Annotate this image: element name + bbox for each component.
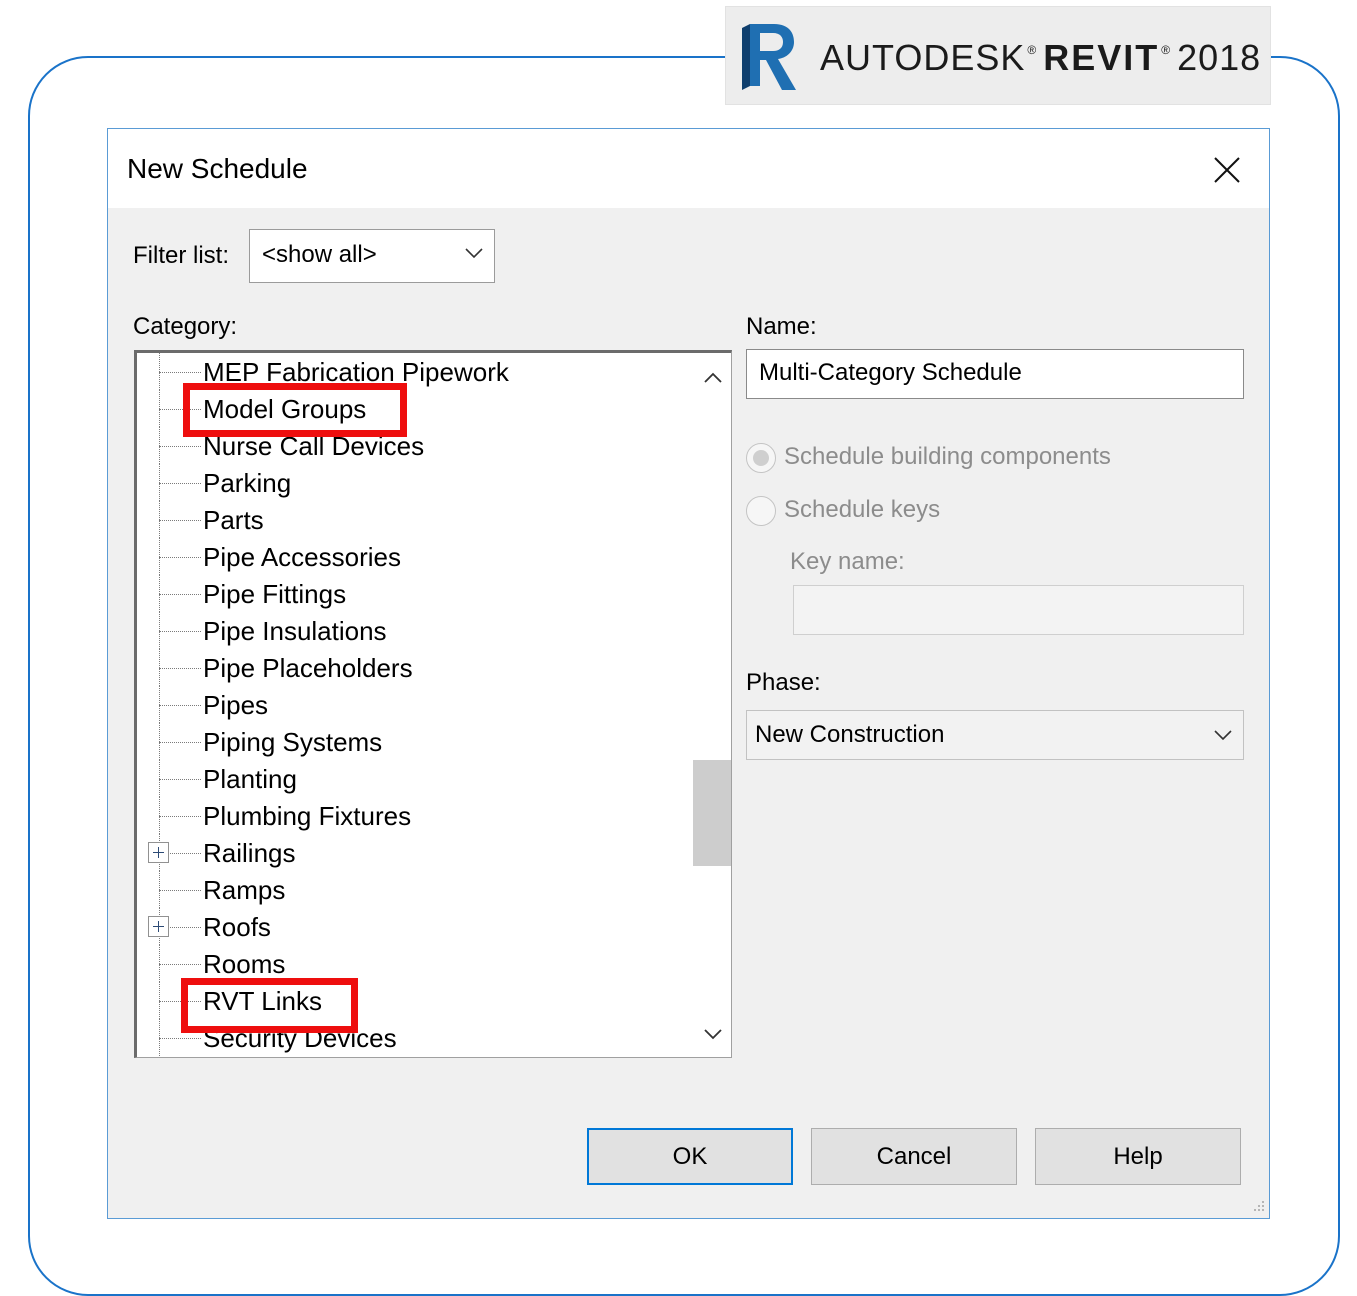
tree-item-label: Plumbing Fixtures — [203, 801, 412, 831]
tree-item-label: Pipe Placeholders — [203, 653, 413, 683]
key-name-input[interactable] — [793, 585, 1244, 635]
category-scrollbar[interactable] — [693, 353, 731, 1057]
tree-item-label: Rooms — [203, 949, 286, 979]
brand-product: REVIT — [1043, 37, 1160, 78]
category-label: Category: — [133, 313, 238, 340]
trademark-mark: ® — [1027, 43, 1038, 57]
phase-dropdown[interactable]: New Construction — [746, 710, 1244, 760]
close-icon — [1214, 157, 1240, 183]
tree-item-mep-fabrication-pipework[interactable]: MEP Fabrication Pipework — [137, 353, 697, 390]
name-input[interactable]: Multi-Category Schedule — [746, 349, 1244, 399]
tree-item-label: Parking — [203, 468, 292, 498]
close-button[interactable] — [1194, 149, 1260, 191]
tree-item-label: Pipe Fittings — [203, 579, 347, 609]
radio-label: Schedule building components — [784, 443, 1111, 470]
phase-value: New Construction — [755, 721, 945, 748]
tree-item-label: Railings — [203, 838, 296, 868]
tree-item-label: Pipes — [203, 690, 269, 720]
dialog-title: New Schedule — [127, 153, 308, 184]
ok-button[interactable]: OK — [587, 1128, 793, 1185]
revit-logo-icon — [742, 24, 796, 90]
chevron-down-icon — [465, 248, 483, 259]
tree-item-railings[interactable]: Railings — [137, 834, 697, 871]
help-button[interactable]: Help — [1035, 1128, 1241, 1185]
filter-list-value: <show all> — [262, 241, 377, 268]
scroll-down-button[interactable] — [693, 1017, 731, 1051]
tree-item-pipe-fittings[interactable]: Pipe Fittings — [137, 575, 697, 612]
tree-item-pipe-accessories[interactable]: Pipe Accessories — [137, 538, 697, 575]
tree-item-label: Piping Systems — [203, 727, 383, 757]
tree-item-rvt-links[interactable]: RVT Links — [137, 982, 697, 1019]
phase-label: Phase: — [746, 669, 821, 696]
tree-item-plumbing-fixtures[interactable]: Plumbing Fixtures — [137, 797, 697, 834]
tree-item-pipe-insulations[interactable]: Pipe Insulations — [137, 612, 697, 649]
key-name-label: Key name: — [790, 548, 905, 575]
scroll-up-button[interactable] — [693, 361, 731, 395]
tree-item-nurse-call-devices[interactable]: Nurse Call Devices — [137, 427, 697, 464]
tree-item-piping-systems[interactable]: Piping Systems — [137, 723, 697, 760]
tree-item-roofs[interactable]: Roofs — [137, 908, 697, 945]
tree-item-pipe-placeholders[interactable]: Pipe Placeholders — [137, 649, 697, 686]
tree-item-planting[interactable]: Planting — [137, 760, 697, 797]
tree-item-label: MEP Fabrication Pipework — [203, 357, 509, 387]
tree-item-label: Pipe Accessories — [203, 542, 401, 572]
tree-item-label: Pipe Insulations — [203, 616, 387, 646]
radio-button-icon — [746, 496, 776, 526]
tree-item-label: Ramps — [203, 875, 286, 905]
resize-grip-icon[interactable] — [1250, 1199, 1266, 1215]
chevron-down-icon — [1214, 730, 1232, 741]
chevron-up-icon — [704, 372, 722, 383]
tree-item-pipes[interactable]: Pipes — [137, 686, 697, 723]
radio-button-icon — [746, 443, 776, 473]
new-schedule-dialog: New Schedule Filter list: <show all> Cat… — [107, 128, 1270, 1219]
scroll-thumb[interactable] — [693, 760, 731, 866]
category-tree[interactable]: MEP Fabrication Pipework Model Groups Nu… — [134, 350, 732, 1058]
tree-item-label: RVT Links — [203, 986, 322, 1016]
trademark-mark-2: ® — [1161, 43, 1172, 57]
brand-text: AUTODESK ® REVIT ® 2018 — [820, 37, 1261, 79]
tree-item-ramps[interactable]: Ramps — [137, 871, 697, 908]
chevron-down-icon — [704, 1029, 722, 1040]
brand-version: 2018 — [1177, 37, 1262, 78]
tree-item-label: Nurse Call Devices — [203, 431, 425, 461]
plus-box-icon[interactable] — [148, 842, 169, 863]
tree-item-label: Parts — [203, 505, 264, 535]
brand-name: AUTODESK — [820, 37, 1026, 78]
radio-schedule-building-components[interactable]: Schedule building components — [746, 443, 1166, 475]
dialog-titlebar: New Schedule — [108, 129, 1269, 208]
tree-item-label: Security Devices — [203, 1023, 397, 1053]
tree-item-label: Planting — [203, 764, 297, 794]
tree-item-security-devices[interactable]: Security Devices — [137, 1019, 697, 1056]
plus-box-icon[interactable] — [148, 916, 169, 937]
name-input-value: Multi-Category Schedule — [759, 359, 1022, 386]
cancel-button[interactable]: Cancel — [811, 1128, 1017, 1185]
tree-item-model-groups[interactable]: Model Groups — [137, 390, 697, 427]
name-label: Name: — [746, 313, 817, 340]
tree-item-label: Model Groups — [203, 394, 367, 424]
autodesk-revit-banner: AUTODESK ® REVIT ® 2018 — [726, 7, 1270, 104]
radio-schedule-keys[interactable]: Schedule keys — [746, 496, 986, 528]
tree-item-rooms[interactable]: Rooms — [137, 945, 697, 982]
filter-list-dropdown[interactable]: <show all> — [249, 229, 495, 283]
tree-item-parking[interactable]: Parking — [137, 464, 697, 501]
filter-list-label: Filter list: — [133, 242, 229, 269]
tree-item-parts[interactable]: Parts — [137, 501, 697, 538]
tree-item-label: Roofs — [203, 912, 271, 942]
radio-label: Schedule keys — [784, 496, 941, 523]
